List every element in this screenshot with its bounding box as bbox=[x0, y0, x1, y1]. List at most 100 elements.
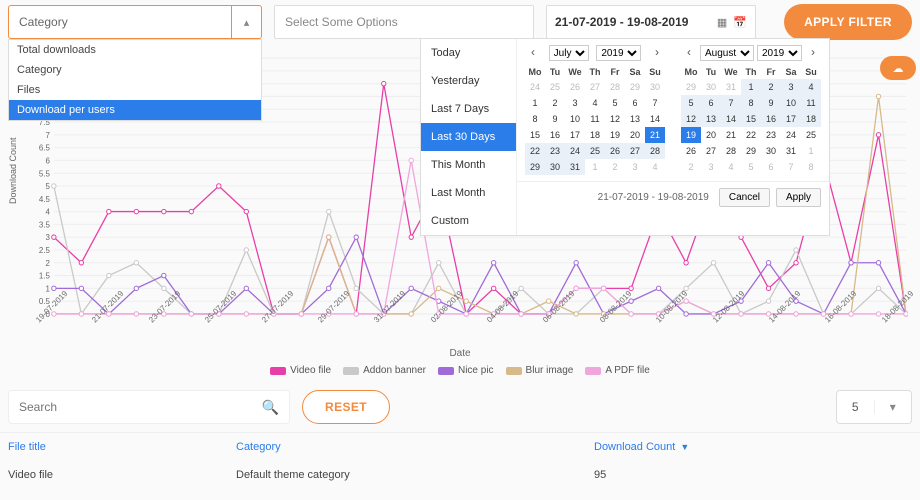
calendar-day[interactable]: 1 bbox=[801, 143, 821, 159]
calendar-day[interactable]: 3 bbox=[781, 79, 801, 95]
calendar-day[interactable]: 30 bbox=[761, 143, 781, 159]
preset-range-item[interactable]: This Month bbox=[421, 151, 516, 179]
calendar-day[interactable]: 31 bbox=[565, 159, 585, 175]
calendar-day[interactable]: 18 bbox=[585, 127, 605, 143]
calendar-day[interactable]: 13 bbox=[625, 111, 645, 127]
year-select-right[interactable]: 2019 bbox=[757, 45, 802, 61]
calendar-day[interactable]: 7 bbox=[721, 95, 741, 111]
calendar-day[interactable]: 2 bbox=[681, 159, 701, 175]
calendar-day[interactable]: 31 bbox=[721, 79, 741, 95]
calendar-day[interactable]: 4 bbox=[645, 159, 665, 175]
calendar-day[interactable]: 6 bbox=[625, 95, 645, 111]
calendar-day[interactable]: 20 bbox=[625, 127, 645, 143]
legend-item[interactable]: Nice pic bbox=[438, 365, 494, 376]
calendar-day[interactable]: 27 bbox=[625, 143, 645, 159]
calendar-day[interactable]: 15 bbox=[525, 127, 545, 143]
calendar-day[interactable]: 11 bbox=[801, 95, 821, 111]
calendar-day[interactable]: 19 bbox=[605, 127, 625, 143]
calendar-day[interactable]: 27 bbox=[585, 79, 605, 95]
calendar-day[interactable]: 7 bbox=[645, 95, 665, 111]
calendar-day[interactable]: 17 bbox=[565, 127, 585, 143]
chevron-left-icon[interactable]: ‹ bbox=[525, 45, 541, 61]
calendar-day[interactable]: 5 bbox=[741, 159, 761, 175]
date-range-field[interactable] bbox=[555, 15, 695, 29]
calendar-day[interactable]: 14 bbox=[721, 111, 741, 127]
calendar-day[interactable]: 29 bbox=[625, 79, 645, 95]
col-download-count[interactable]: Download Count ▼ bbox=[594, 441, 894, 453]
month-select-right[interactable]: August bbox=[700, 45, 754, 61]
calendar-day[interactable]: 1 bbox=[585, 159, 605, 175]
calendar-day[interactable]: 25 bbox=[585, 143, 605, 159]
chevron-right-icon[interactable]: › bbox=[805, 45, 821, 61]
table-row[interactable]: Video fileDefault theme category95 bbox=[0, 461, 920, 489]
calendar-day[interactable]: 31 bbox=[781, 143, 801, 159]
category-option[interactable]: Download per users bbox=[9, 100, 261, 120]
calendar-day[interactable]: 29 bbox=[741, 143, 761, 159]
calendar-day[interactable]: 1 bbox=[741, 79, 761, 95]
calendar-day[interactable]: 13 bbox=[701, 111, 721, 127]
col-category[interactable]: Category bbox=[236, 441, 594, 453]
cancel-button[interactable]: Cancel bbox=[719, 188, 770, 207]
calendar-day[interactable]: 21 bbox=[721, 127, 741, 143]
calendar-day[interactable]: 26 bbox=[565, 79, 585, 95]
preset-range-item[interactable]: Today bbox=[421, 39, 516, 67]
calendar-day[interactable]: 1 bbox=[525, 95, 545, 111]
col-file-title[interactable]: File title bbox=[8, 441, 236, 453]
calendar-day[interactable]: 29 bbox=[681, 79, 701, 95]
calendar-day[interactable]: 5 bbox=[605, 95, 625, 111]
calendar-day[interactable]: 18 bbox=[801, 111, 821, 127]
calendar-day[interactable]: 8 bbox=[801, 159, 821, 175]
calendar-day[interactable]: 8 bbox=[525, 111, 545, 127]
calendar-day[interactable]: 24 bbox=[781, 127, 801, 143]
calendar-day[interactable]: 10 bbox=[781, 95, 801, 111]
legend-item[interactable]: Video file bbox=[270, 365, 331, 376]
legend-item[interactable]: Blur image bbox=[506, 365, 574, 376]
calendar-day[interactable]: 25 bbox=[801, 127, 821, 143]
page-size-select[interactable]: 5 ▾ bbox=[836, 390, 912, 424]
calendar-day[interactable]: 25 bbox=[545, 79, 565, 95]
calendar-day[interactable]: 30 bbox=[701, 79, 721, 95]
category-option[interactable]: Category bbox=[9, 60, 261, 80]
calendar-day[interactable]: 28 bbox=[721, 143, 741, 159]
calendar-day[interactable]: 30 bbox=[545, 159, 565, 175]
category-dropdown[interactable]: Category ▴ Total downloadsCategoryFilesD… bbox=[8, 5, 262, 39]
calendar-day[interactable]: 27 bbox=[701, 143, 721, 159]
calendar-day[interactable]: 4 bbox=[801, 79, 821, 95]
calendar-day[interactable]: 17 bbox=[781, 111, 801, 127]
calendar-day[interactable]: 4 bbox=[585, 95, 605, 111]
calendar-day[interactable]: 11 bbox=[585, 111, 605, 127]
calendar-day[interactable]: 10 bbox=[565, 111, 585, 127]
calendar-day[interactable]: 23 bbox=[761, 127, 781, 143]
calendar-day[interactable]: 30 bbox=[645, 79, 665, 95]
category-option[interactable]: Total downloads bbox=[9, 40, 261, 60]
preset-range-item[interactable]: Yesterday bbox=[421, 67, 516, 95]
calendar-day[interactable]: 29 bbox=[525, 159, 545, 175]
calendar-day[interactable]: 9 bbox=[545, 111, 565, 127]
calendar-day[interactable]: 12 bbox=[681, 111, 701, 127]
calendar-day[interactable]: 16 bbox=[545, 127, 565, 143]
preset-range-item[interactable]: Custom bbox=[421, 207, 516, 235]
calendar-day[interactable]: 6 bbox=[761, 159, 781, 175]
calendar-day[interactable]: 9 bbox=[761, 95, 781, 111]
search-input[interactable] bbox=[19, 400, 262, 414]
calendar-day[interactable]: 21 bbox=[645, 127, 665, 143]
calendar-right[interactable]: ‹ August 2019 › MoTuWeThFrSaSu2930311234… bbox=[673, 39, 829, 181]
calendar-day[interactable]: 5 bbox=[681, 95, 701, 111]
calendar-day[interactable]: 12 bbox=[605, 111, 625, 127]
calendar-day[interactable]: 2 bbox=[545, 95, 565, 111]
calendar-day[interactable]: 15 bbox=[741, 111, 761, 127]
preset-range-item[interactable]: Last 7 Days bbox=[421, 95, 516, 123]
preset-range-item[interactable]: Last 30 Days bbox=[421, 123, 516, 151]
calendar-day[interactable]: 24 bbox=[525, 79, 545, 95]
calendar-day[interactable]: 23 bbox=[545, 143, 565, 159]
calendar-day[interactable]: 14 bbox=[645, 111, 665, 127]
calendar-day[interactable]: 22 bbox=[741, 127, 761, 143]
calendar-day[interactable]: 3 bbox=[701, 159, 721, 175]
reset-button[interactable]: RESET bbox=[302, 390, 390, 424]
calendar-day[interactable]: 28 bbox=[645, 143, 665, 159]
month-select-left[interactable]: July bbox=[549, 45, 589, 61]
calendar-day[interactable]: 19 bbox=[681, 127, 701, 143]
calendar-day[interactable]: 2 bbox=[761, 79, 781, 95]
calendar-day[interactable]: 3 bbox=[565, 95, 585, 111]
apply-button[interactable]: Apply bbox=[776, 188, 821, 207]
